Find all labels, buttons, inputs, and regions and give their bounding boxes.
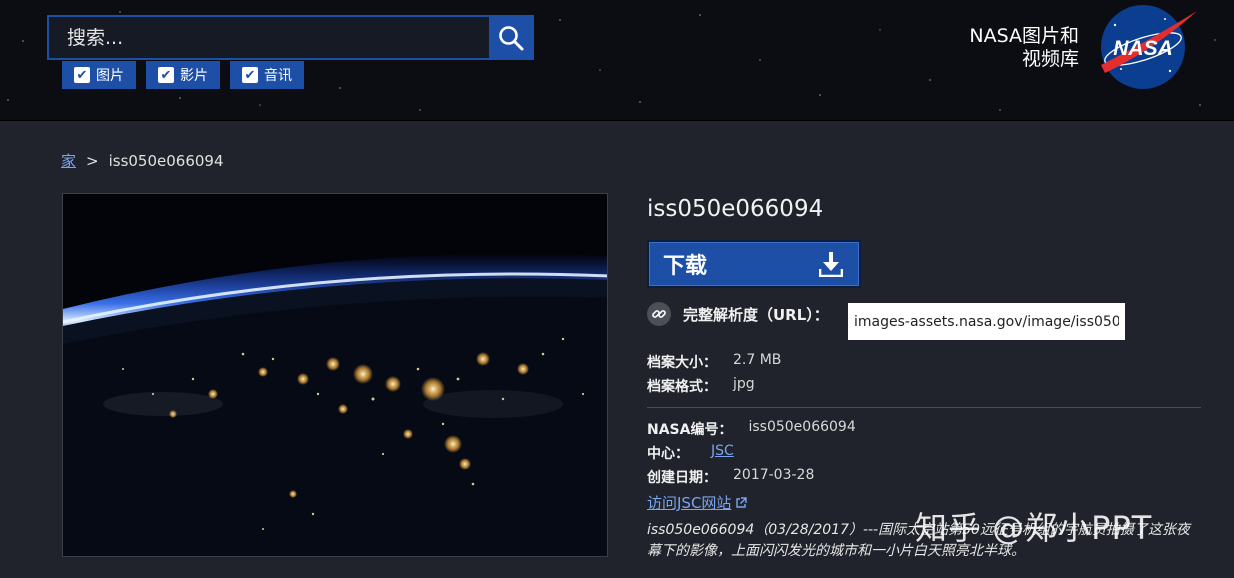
header-bar: ✔ 图片 ✔ 影片 ✔ 音讯 NASA图片和 视频库 NASA bbox=[0, 0, 1234, 121]
date-value: 2017-03-28 bbox=[733, 467, 815, 483]
visit-link-label: 访问JSC网站 bbox=[647, 494, 732, 512]
search-button[interactable] bbox=[489, 17, 532, 58]
asset-title: iss050e066094 bbox=[647, 196, 824, 222]
filter-images[interactable]: ✔ 图片 bbox=[62, 61, 136, 89]
library-title-line2: 视频库 bbox=[1021, 48, 1079, 70]
breadcrumb-separator: > bbox=[86, 151, 99, 170]
search-input[interactable] bbox=[49, 17, 489, 58]
link-icon bbox=[647, 302, 671, 326]
download-icon bbox=[819, 252, 843, 277]
breadcrumb-home-link[interactable]: 家 bbox=[61, 150, 76, 171]
search-bar bbox=[47, 15, 534, 60]
nasa-id-value: iss050e066094 bbox=[748, 419, 856, 435]
file-format-value: jpg bbox=[733, 376, 755, 392]
fullres-row: 完整解析度（URL）： bbox=[647, 302, 829, 326]
checkbox-checked-icon[interactable]: ✔ bbox=[242, 67, 258, 83]
download-button[interactable]: 下载 bbox=[647, 240, 861, 288]
svg-text:NASA: NASA bbox=[1113, 37, 1173, 60]
visit-center-site-link[interactable]: 访问JSC网站 bbox=[647, 492, 748, 513]
checkbox-checked-icon[interactable]: ✔ bbox=[74, 67, 90, 83]
asset-image[interactable] bbox=[62, 193, 608, 557]
filter-audio[interactable]: ✔ 音讯 bbox=[230, 61, 304, 89]
date-row: 创建日期： 2017-03-28 bbox=[647, 467, 814, 487]
checkbox-checked-icon[interactable]: ✔ bbox=[158, 67, 174, 83]
external-link-icon bbox=[736, 496, 748, 508]
breadcrumb-current: iss050e066094 bbox=[108, 151, 224, 170]
filter-videos-label: 影片 bbox=[180, 68, 208, 84]
fullres-label: 完整解析度（URL）： bbox=[683, 305, 829, 324]
breadcrumb: 家 > iss050e066094 bbox=[61, 150, 224, 171]
library-title[interactable]: NASA图片和 视频库 bbox=[969, 25, 1079, 71]
file-format-row: 档案格式： jpg bbox=[647, 376, 755, 396]
file-size-row: 档案大小： 2.7 MB bbox=[647, 352, 781, 372]
media-filters: ✔ 图片 ✔ 影片 ✔ 音讯 bbox=[62, 61, 304, 89]
nasa-id-row: NASA编号： iss050e066094 bbox=[647, 419, 856, 439]
download-label: 下载 bbox=[663, 253, 708, 278]
library-title-line1: NASA图片和 bbox=[969, 25, 1079, 47]
search-icon bbox=[498, 25, 523, 50]
file-size-label: 档案大小： bbox=[647, 355, 717, 371]
asset-description: iss050e066094（03/28/2017）---国际太空站第50远征号机… bbox=[647, 522, 1190, 559]
date-label: 创建日期： bbox=[647, 470, 717, 486]
filter-videos[interactable]: ✔ 影片 bbox=[146, 61, 220, 89]
nasa-id-label: NASA编号： bbox=[647, 422, 733, 438]
filter-images-label: 图片 bbox=[96, 68, 124, 84]
file-size-value: 2.7 MB bbox=[733, 352, 782, 368]
earth-night-image bbox=[63, 194, 607, 556]
filter-audio-label: 音讯 bbox=[264, 68, 292, 84]
fullres-url-field[interactable] bbox=[848, 303, 1125, 340]
nasa-logo-icon[interactable]: NASA bbox=[1095, 3, 1200, 91]
divider bbox=[647, 407, 1201, 408]
center-label: 中心： bbox=[647, 446, 689, 462]
center-link[interactable]: JSC bbox=[711, 443, 734, 463]
file-format-label: 档案格式： bbox=[647, 379, 717, 395]
center-row: 中心： JSC bbox=[647, 443, 734, 463]
